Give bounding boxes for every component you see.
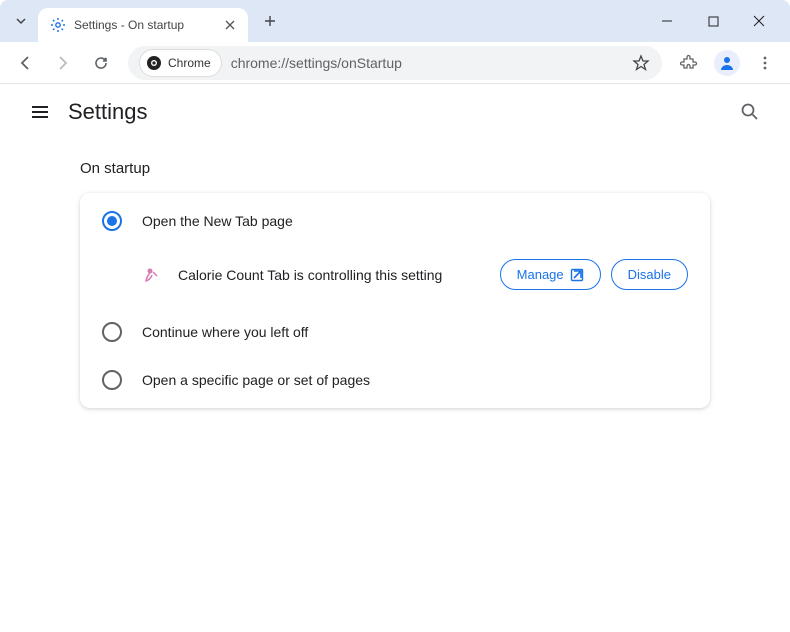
chevron-down-icon	[15, 15, 27, 27]
maximize-icon	[708, 16, 719, 27]
radio-unselected[interactable]	[102, 370, 122, 390]
startup-options-card: Open the New Tab page Calorie Count Tab …	[80, 193, 710, 408]
puzzle-icon	[680, 54, 698, 72]
site-chip-label: Chrome	[168, 56, 211, 70]
forward-button[interactable]	[46, 46, 80, 80]
reload-icon	[92, 54, 110, 72]
page-title: Settings	[68, 99, 148, 125]
extensions-button[interactable]	[672, 46, 706, 80]
hamburger-icon	[30, 102, 50, 122]
profile-button[interactable]	[710, 46, 744, 80]
tab-search-dropdown[interactable]	[8, 8, 34, 34]
settings-content: On startup Open the New Tab page Calorie…	[0, 140, 790, 428]
tab-title: Settings - On startup	[74, 18, 222, 32]
window-controls	[644, 5, 782, 37]
person-icon	[718, 54, 736, 72]
close-tab-button[interactable]	[222, 17, 238, 33]
new-tab-button[interactable]	[256, 7, 284, 35]
arrow-left-icon	[16, 54, 34, 72]
url-text: chrome://settings/onStartup	[231, 55, 402, 71]
section-label: On startup	[80, 160, 710, 177]
close-window-button[interactable]	[736, 5, 782, 37]
radio-selected[interactable]	[102, 211, 122, 231]
option-specific-pages[interactable]: Open a specific page or set of pages	[80, 356, 710, 404]
browser-toolbar: Chrome chrome://settings/onStartup	[0, 42, 790, 84]
extension-message: Calorie Count Tab is controlling this se…	[178, 267, 500, 283]
menu-button[interactable]	[748, 46, 782, 80]
site-chip[interactable]: Chrome	[140, 50, 221, 76]
option-label: Open a specific page or set of pages	[142, 372, 370, 388]
close-icon	[753, 15, 765, 27]
gear-icon	[50, 17, 66, 33]
address-bar[interactable]: Chrome chrome://settings/onStartup	[128, 46, 662, 80]
bookmark-button[interactable]	[632, 54, 650, 72]
maximize-button[interactable]	[690, 5, 736, 37]
manage-label: Manage	[517, 267, 564, 282]
reload-button[interactable]	[84, 46, 118, 80]
settings-menu-button[interactable]	[20, 92, 60, 132]
search-icon	[740, 102, 760, 122]
avatar	[714, 50, 740, 76]
back-button[interactable]	[8, 46, 42, 80]
radio-unselected[interactable]	[102, 322, 122, 342]
close-icon	[225, 20, 235, 30]
disable-button[interactable]: Disable	[611, 259, 688, 290]
option-label: Open the New Tab page	[142, 213, 293, 229]
option-continue[interactable]: Continue where you left off	[80, 308, 710, 356]
star-icon	[632, 54, 650, 72]
option-new-tab[interactable]: Open the New Tab page	[80, 197, 710, 245]
open-external-icon	[570, 268, 584, 282]
minimize-icon	[661, 15, 673, 27]
extension-notice: Calorie Count Tab is controlling this se…	[80, 245, 710, 308]
settings-header: Settings	[0, 84, 790, 140]
manage-button[interactable]: Manage	[500, 259, 601, 290]
minimize-button[interactable]	[644, 5, 690, 37]
window-titlebar: Settings - On startup	[0, 0, 790, 42]
disable-label: Disable	[628, 267, 671, 282]
option-label: Continue where you left off	[142, 324, 308, 340]
dots-vertical-icon	[757, 55, 773, 71]
plus-icon	[263, 14, 277, 28]
extension-app-icon	[142, 265, 162, 285]
browser-tab[interactable]: Settings - On startup	[38, 8, 248, 42]
arrow-right-icon	[54, 54, 72, 72]
search-settings-button[interactable]	[730, 92, 770, 132]
chrome-logo-icon	[146, 55, 162, 71]
